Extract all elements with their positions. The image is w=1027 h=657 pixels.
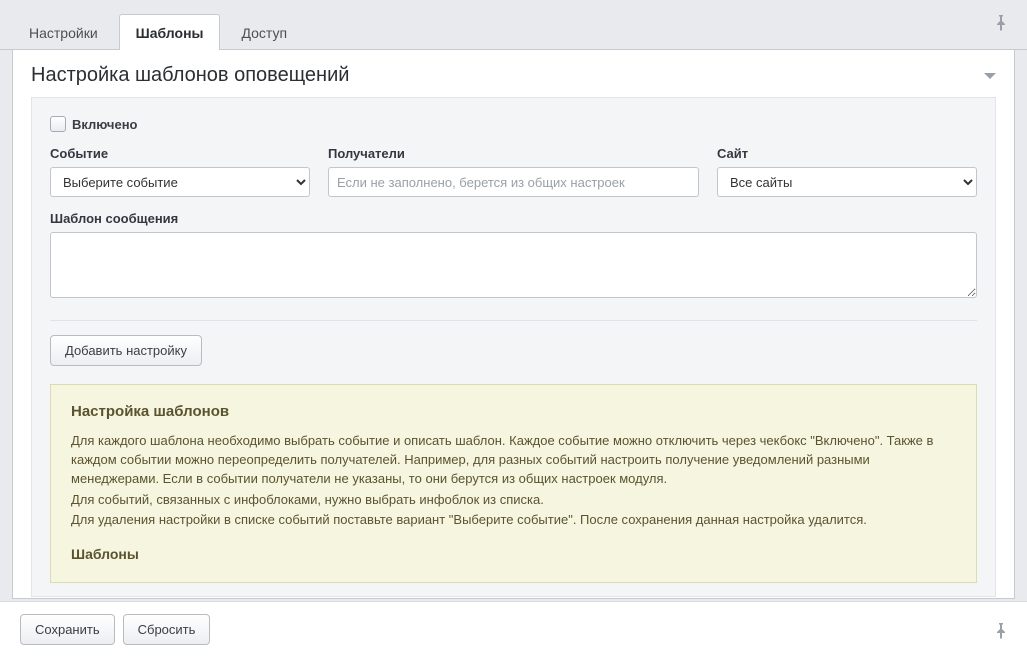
- panel-header: Настройка шаблонов оповещений: [13, 50, 1014, 97]
- info-box: Настройка шаблонов Для каждого шаблона н…: [50, 384, 977, 583]
- form-card: Включено Событие Выберите событие Получа…: [31, 97, 996, 597]
- tab-bar: Настройки Шаблоны Доступ: [0, 0, 1027, 50]
- pin-icon[interactable]: [995, 623, 1007, 642]
- enabled-label: Включено: [72, 117, 138, 132]
- info-heading-2: Шаблоны: [71, 546, 956, 562]
- pin-icon[interactable]: [995, 15, 1007, 34]
- add-setting-button[interactable]: Добавить настройку: [50, 335, 202, 366]
- field-recipients: Получатели: [328, 146, 699, 197]
- tab-templates[interactable]: Шаблоны: [119, 14, 221, 50]
- action-bar: Сохранить Сбросить: [0, 601, 1027, 657]
- event-label: Событие: [50, 146, 310, 161]
- save-button[interactable]: Сохранить: [20, 614, 115, 645]
- info-p3: Для удаления настройки в списке событий …: [71, 511, 956, 530]
- tab-access[interactable]: Доступ: [224, 14, 304, 50]
- site-select[interactable]: Все сайты: [717, 167, 977, 197]
- template-label: Шаблон сообщения: [50, 211, 977, 226]
- info-p2: Для событий, связанных с инфоблоками, ну…: [71, 491, 956, 510]
- site-label: Сайт: [717, 146, 977, 161]
- panel-title: Настройка шаблонов оповещений: [31, 64, 349, 87]
- field-site: Сайт Все сайты: [717, 146, 977, 197]
- chevron-down-icon[interactable]: [984, 73, 996, 79]
- event-select[interactable]: Выберите событие: [50, 167, 310, 197]
- recipients-label: Получатели: [328, 146, 699, 161]
- fields-row: Событие Выберите событие Получатели Сайт…: [50, 146, 977, 197]
- info-heading: Настройка шаблонов: [71, 403, 956, 420]
- recipients-input[interactable]: [328, 167, 699, 197]
- field-template: Шаблон сообщения: [50, 211, 977, 298]
- field-event: Событие Выберите событие: [50, 146, 310, 197]
- panel: Настройка шаблонов оповещений Включено С…: [12, 50, 1015, 599]
- separator: [50, 320, 977, 321]
- enabled-checkbox[interactable]: [50, 116, 66, 132]
- info-p1: Для каждого шаблона необходимо выбрать с…: [71, 432, 956, 489]
- template-textarea[interactable]: [50, 232, 977, 298]
- enable-row: Включено: [50, 116, 977, 132]
- reset-button[interactable]: Сбросить: [123, 614, 211, 645]
- tab-settings[interactable]: Настройки: [12, 14, 115, 50]
